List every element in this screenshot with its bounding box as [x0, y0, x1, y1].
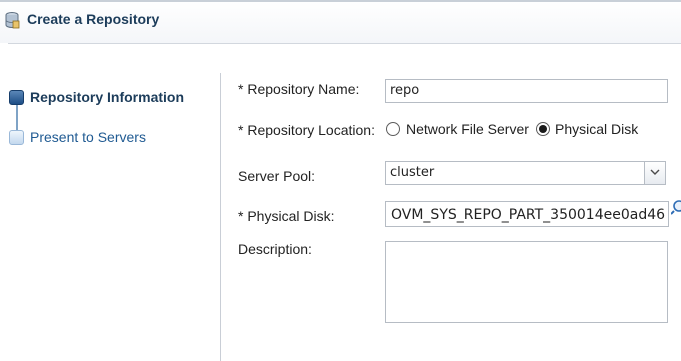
description-textarea[interactable] [385, 241, 668, 323]
train-step-repository-information[interactable]: Repository Information [30, 89, 184, 105]
train-step-present-to-servers[interactable]: Present to Servers [30, 129, 146, 145]
physical-disk-input[interactable]: OVM_SYS_REPO_PART_350014ee0ad46 [385, 201, 669, 227]
title-bar: Create a Repository [0, 0, 681, 44]
physical-disk-label: * Physical Disk: [238, 208, 334, 224]
repository-location-label-text: Repository Location: [247, 122, 375, 138]
train-stop-present-to-servers[interactable] [9, 130, 24, 145]
repository-name-label: * Repository Name: [238, 81, 359, 97]
repository-location-label: * Repository Location: [238, 122, 375, 138]
network-file-server-radio-label[interactable]: Network File Server [406, 121, 529, 137]
repository-name-input[interactable]: repo [385, 79, 668, 103]
panel-divider [220, 73, 221, 361]
description-label: Description: [238, 241, 312, 257]
required-marker: * [238, 208, 244, 224]
title-separator [8, 43, 681, 44]
repository-name-label-text: Repository Name: [247, 81, 360, 97]
page-title: Create a Repository [27, 11, 160, 27]
server-pool-select[interactable]: cluster [385, 161, 666, 185]
chevron-down-icon [650, 169, 660, 175]
physical-disk-radio-label[interactable]: Physical Disk [555, 121, 638, 137]
train-stop-repository-information[interactable] [9, 90, 24, 105]
physical-disk-radio[interactable] [536, 122, 550, 136]
server-pool-label: Server Pool: [238, 168, 316, 184]
server-pool-dropdown-button[interactable] [644, 162, 665, 184]
physical-disk-label-text: Physical Disk: [247, 208, 335, 224]
database-icon [5, 12, 20, 29]
search-icon[interactable] [671, 199, 681, 215]
required-marker: * [238, 81, 244, 97]
required-marker: * [238, 122, 244, 138]
network-file-server-radio[interactable] [386, 122, 400, 136]
